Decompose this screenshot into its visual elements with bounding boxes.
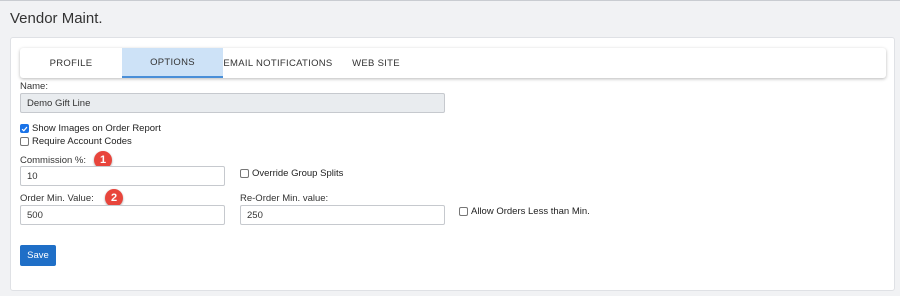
vendor-options-card: PROFILE OPTIONS EMAIL NOTIFICATIONS WEB … <box>10 37 895 291</box>
order-min-input[interactable] <box>20 205 225 225</box>
show-images-checkbox[interactable]: Show Images on Order Report <box>20 123 161 134</box>
commission-input[interactable] <box>20 166 225 186</box>
name-label: Name: <box>20 81 48 92</box>
tab-bar: PROFILE OPTIONS EMAIL NOTIFICATIONS WEB … <box>20 48 886 78</box>
allow-orders-less-than-min-label: Allow Orders Less than Min. <box>471 206 590 217</box>
allow-orders-less-than-min-checkbox[interactable]: Allow Orders Less than Min. <box>459 206 590 217</box>
unchecked-icon <box>20 137 29 146</box>
save-button[interactable]: Save <box>20 245 56 266</box>
show-images-label: Show Images on Order Report <box>32 123 161 134</box>
commission-label: Commission %: <box>20 155 86 166</box>
name-field[interactable] <box>20 93 445 113</box>
checked-icon <box>20 124 29 133</box>
unchecked-icon <box>459 207 468 216</box>
page-title: Vendor Maint. <box>10 10 103 27</box>
require-account-codes-label: Require Account Codes <box>32 136 132 147</box>
reorder-min-label: Re-Order Min. value: <box>240 193 329 204</box>
tab-email-notifications[interactable]: EMAIL NOTIFICATIONS <box>223 48 333 78</box>
tab-web-site[interactable]: WEB SITE <box>333 48 419 78</box>
order-min-label: Order Min. Value: <box>20 193 94 204</box>
unchecked-icon <box>240 169 249 178</box>
require-account-codes-checkbox[interactable]: Require Account Codes <box>20 136 132 147</box>
override-group-splits-label: Override Group Splits <box>252 168 344 179</box>
override-group-splits-checkbox[interactable]: Override Group Splits <box>240 168 343 179</box>
tab-options[interactable]: OPTIONS <box>122 48 223 78</box>
tab-profile[interactable]: PROFILE <box>20 48 122 78</box>
reorder-min-input[interactable] <box>240 205 445 225</box>
